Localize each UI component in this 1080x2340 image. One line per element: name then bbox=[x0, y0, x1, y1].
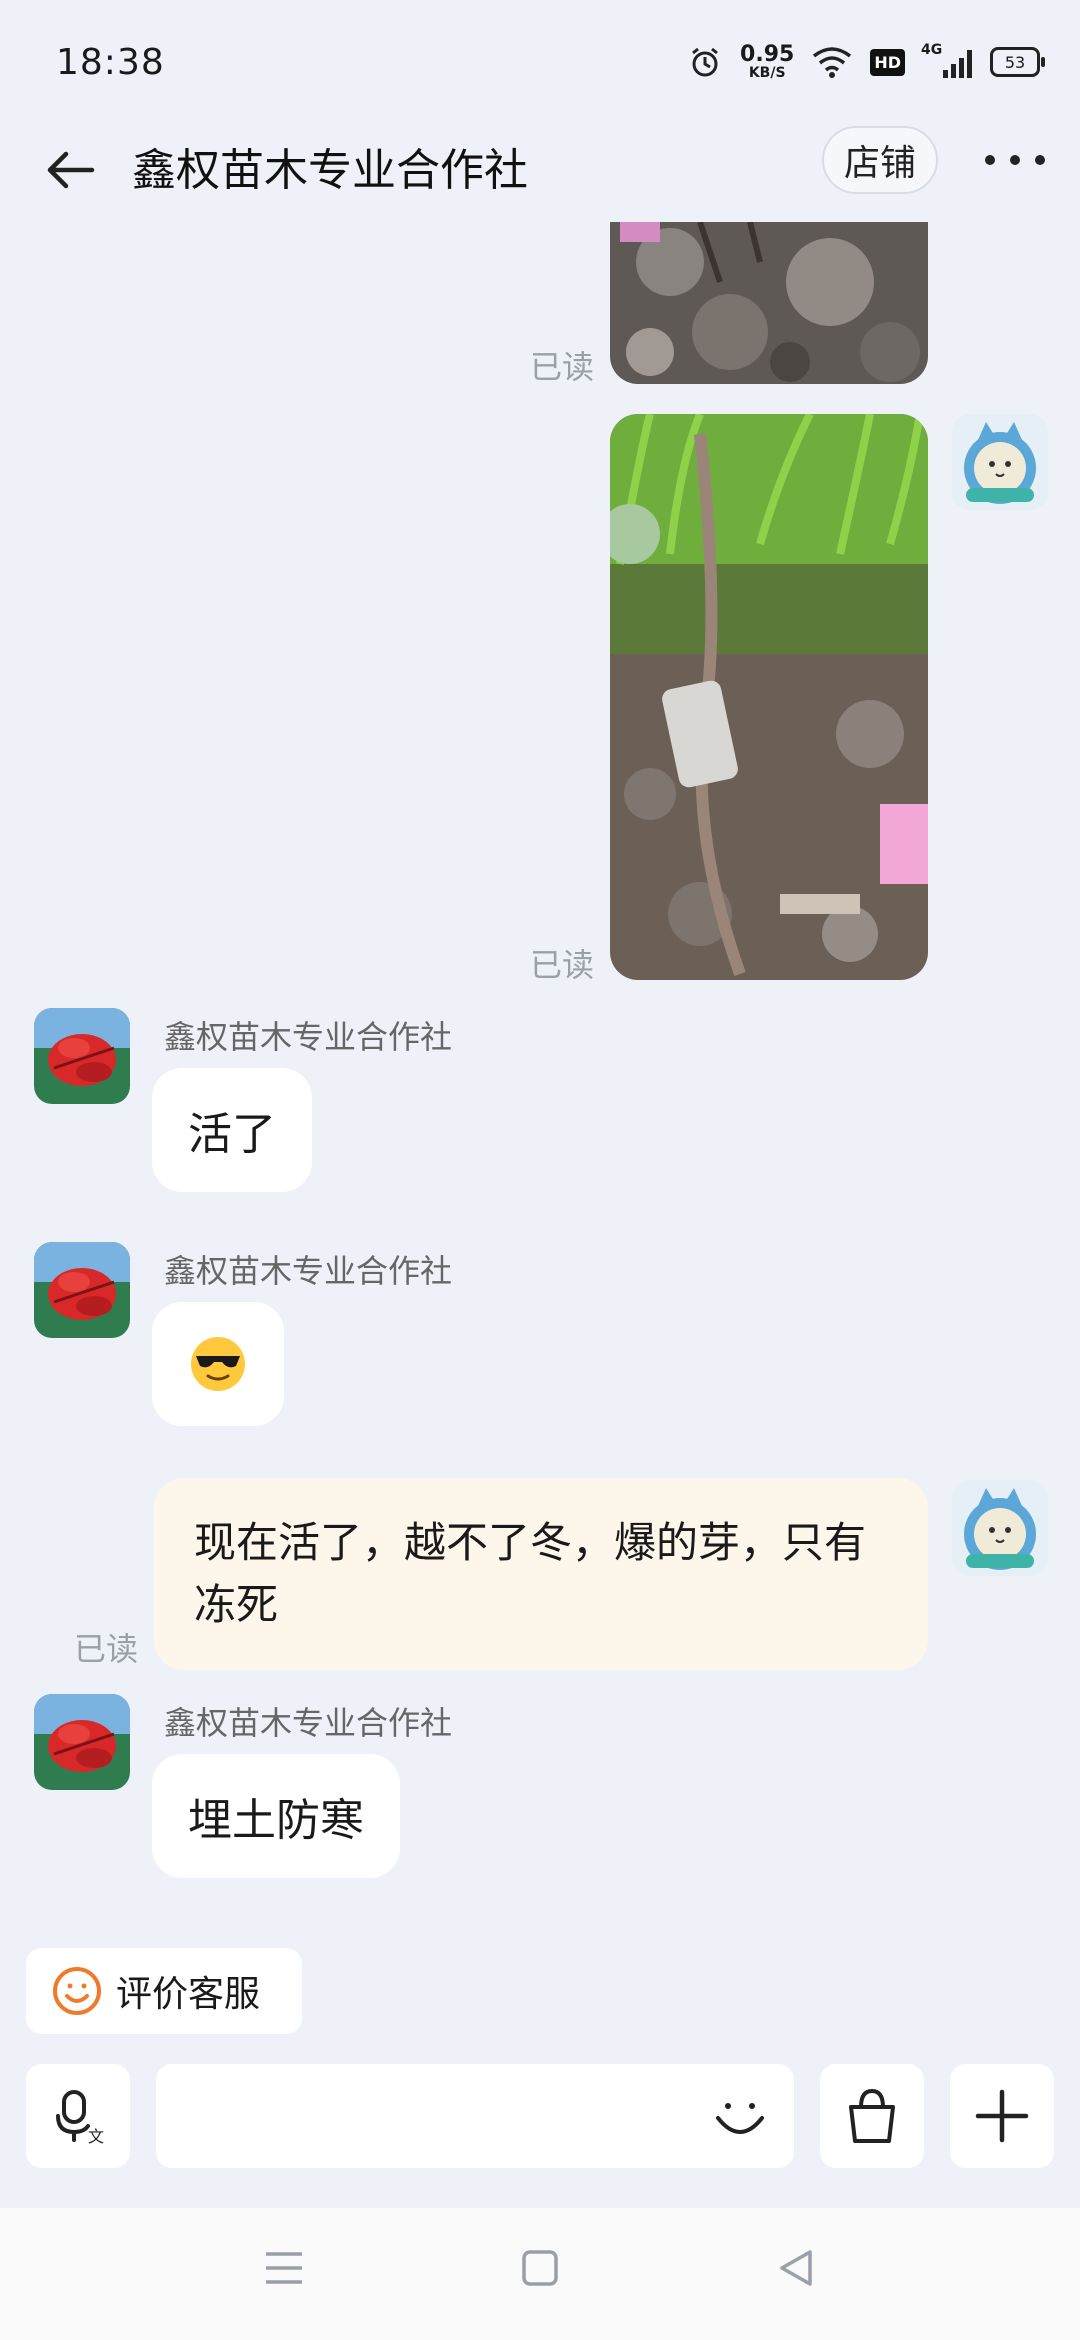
net-speed: 0.95 KB/S bbox=[740, 42, 795, 81]
sender-name: 鑫权苗木专业合作社 bbox=[164, 1018, 453, 1056]
status-bar: 18:38 0.95 KB/S HD 4G 53 bbox=[0, 0, 1080, 120]
battery-level: 53 bbox=[1004, 52, 1026, 72]
message-text: 埋土防寒 bbox=[188, 1795, 364, 1846]
cool-face-icon bbox=[191, 1337, 245, 1391]
page-title: 鑫权苗木专业合作社 bbox=[132, 145, 528, 196]
message-bubble[interactable]: 现在活了，越不了冬，爆的芽，只有冻死 bbox=[154, 1478, 928, 1670]
soil-photo bbox=[610, 222, 928, 384]
image-message[interactable] bbox=[610, 222, 928, 384]
status-time: 18:38 bbox=[56, 42, 165, 83]
plus-button[interactable] bbox=[950, 2064, 1054, 2168]
shopping-bag-button[interactable] bbox=[820, 2064, 924, 2168]
voice-icon: 文 bbox=[56, 2090, 104, 2146]
plus-icon bbox=[975, 2089, 1029, 2143]
shop-avatar[interactable] bbox=[34, 1008, 130, 1104]
emoji-icon[interactable] bbox=[710, 2086, 770, 2146]
emoji-bubble[interactable] bbox=[152, 1302, 284, 1426]
alarm-icon bbox=[692, 47, 718, 77]
chat-header: 鑫权苗木专业合作社 店铺 bbox=[0, 120, 1080, 220]
message-input-container[interactable] bbox=[156, 2064, 794, 2168]
my-avatar[interactable] bbox=[952, 414, 1048, 510]
message-bubble[interactable]: 活了 bbox=[152, 1068, 312, 1192]
seedling-photo bbox=[610, 414, 928, 980]
back-icon[interactable] bbox=[774, 2246, 818, 2290]
read-status: 已读 bbox=[74, 1630, 139, 1668]
back-arrow-icon bbox=[47, 151, 95, 189]
image-message[interactable] bbox=[610, 414, 928, 980]
net-speed-value: 0.95 bbox=[740, 42, 795, 67]
shop-avatar[interactable] bbox=[34, 1694, 130, 1790]
hd-icon: HD bbox=[870, 48, 905, 76]
shopping-bag-icon bbox=[849, 2088, 895, 2143]
read-status: 已读 bbox=[530, 348, 595, 386]
battery-icon: 53 bbox=[990, 47, 1045, 77]
input-bar: 文 bbox=[0, 2064, 1080, 2170]
message-text: 活了 bbox=[188, 1109, 276, 1160]
wifi-icon bbox=[813, 47, 852, 78]
system-nav-bar bbox=[0, 2208, 1080, 2340]
net-speed-unit: KB/S bbox=[748, 65, 786, 81]
signal-icon: 4G bbox=[921, 42, 972, 78]
svg-text:文: 文 bbox=[88, 2127, 104, 2146]
sender-name: 鑫权苗木专业合作社 bbox=[164, 1252, 453, 1290]
back-button[interactable] bbox=[40, 140, 100, 200]
more-button[interactable] bbox=[985, 140, 1045, 180]
message-text: 现在活了，越不了冬，爆的芽，只有冻死 bbox=[194, 1518, 867, 1629]
more-icon bbox=[985, 155, 995, 165]
status-icons: 0.95 KB/S HD 4G 53 bbox=[688, 38, 1045, 86]
rate-service-button[interactable]: 评价客服 bbox=[26, 1948, 302, 2034]
voice-button[interactable]: 文 bbox=[26, 2064, 130, 2168]
read-status: 已读 bbox=[530, 946, 595, 984]
smile-icon bbox=[53, 1967, 101, 2015]
sender-name: 鑫权苗木专业合作社 bbox=[164, 1704, 453, 1742]
home-icon[interactable] bbox=[520, 2248, 560, 2288]
menu-icon[interactable] bbox=[262, 2248, 306, 2288]
store-button[interactable]: 店铺 bbox=[822, 126, 938, 194]
rate-service-label: 评价客服 bbox=[116, 1974, 261, 2015]
shop-avatar[interactable] bbox=[34, 1242, 130, 1338]
signal-label: 4G bbox=[921, 42, 943, 58]
my-avatar[interactable] bbox=[952, 1480, 1048, 1576]
message-bubble[interactable]: 埋土防寒 bbox=[152, 1754, 400, 1878]
message-input[interactable] bbox=[180, 2064, 684, 2166]
